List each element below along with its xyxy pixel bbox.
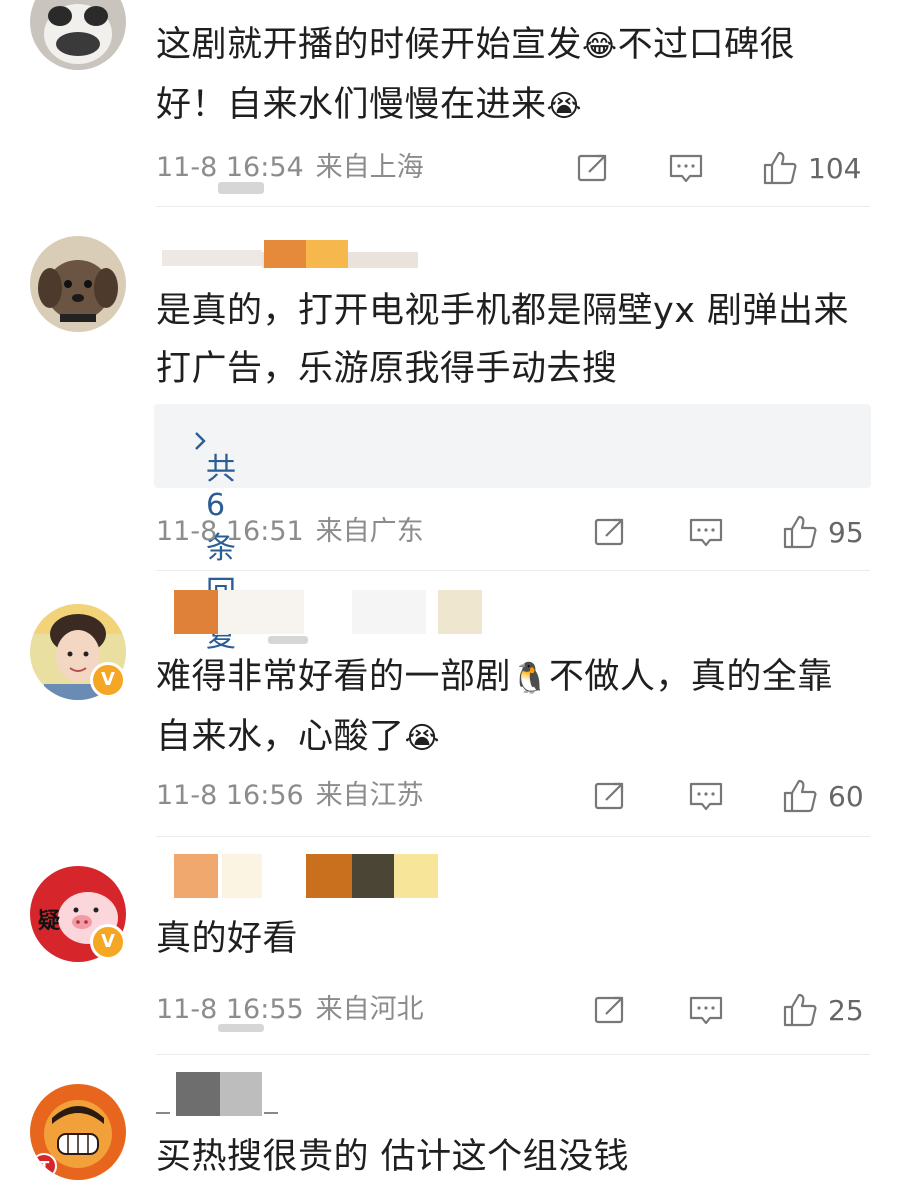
like-icon	[783, 515, 817, 549]
divider	[156, 836, 870, 837]
comment-button[interactable]	[688, 512, 724, 552]
avatar-character: T	[39, 1158, 50, 1176]
repost-button[interactable]	[592, 990, 628, 1030]
comment-meta: 11-8 16:55 来自河北	[156, 990, 424, 1030]
like-count: 60	[828, 779, 864, 813]
comment-button[interactable]	[668, 148, 704, 188]
comment-button[interactable]	[688, 776, 724, 816]
avatar[interactable]	[30, 236, 126, 332]
comment-icon	[669, 154, 703, 183]
comment-item: 疑 V 真的好看 11-8 16:55 来自河北 25	[0, 840, 900, 1054]
comment-text: 是真的，打开电视手机都是隔壁yx 剧弹出来打广告，乐游原我得手动去搜	[156, 291, 850, 389]
avatar-character: 疑	[38, 909, 60, 934]
verified-badge-icon: V	[90, 924, 126, 960]
divider	[156, 1054, 870, 1055]
crying-emoji-icon: 😭	[404, 721, 441, 756]
view-replies-button[interactable]: 共6条回复	[154, 404, 871, 654]
location: 来自河北	[315, 994, 424, 1025]
crying-emoji-icon: 😭	[546, 89, 583, 124]
like-icon	[763, 151, 797, 185]
comment-meta: 11-8 16:56 来自江苏	[156, 776, 424, 816]
comment-icon	[689, 996, 723, 1025]
like-count: 95	[828, 515, 864, 549]
repost-button[interactable]	[592, 776, 628, 816]
comment-item: T 买热搜很贵的 估计这个组没钱	[0, 1058, 900, 1200]
comment-text: 真的好看	[156, 919, 299, 959]
comment-icon	[689, 518, 723, 547]
laughing-crying-emoji-icon: 😂	[582, 29, 618, 64]
timestamp: 11-8 16:54	[156, 152, 304, 183]
like-count: 25	[828, 993, 864, 1027]
comment-meta: 11-8 16:51 来自广东	[156, 512, 424, 552]
timestamp: 11-8 16:55	[156, 994, 304, 1025]
repost-icon	[594, 518, 624, 546]
repost-button[interactable]	[575, 148, 611, 188]
penguin-emoji-icon: 🐧	[511, 661, 549, 696]
like-button[interactable]: 60	[782, 776, 864, 816]
divider	[156, 206, 870, 207]
comment-button[interactable]	[688, 990, 724, 1030]
like-button[interactable]: 95	[782, 512, 864, 552]
comment-text: 这剧就开播的时候开始宣发😂不过口碑很好！自来水们慢慢在进来😭	[156, 25, 796, 125]
like-count: 104	[808, 151, 862, 185]
avatar[interactable]	[30, 0, 126, 70]
location: 来自广东	[315, 516, 424, 547]
verified-badge-icon: V	[90, 662, 126, 698]
replies-label: 共6条回复	[180, 424, 236, 654]
comment-meta: 11-8 16:54 来自上海	[156, 148, 424, 188]
divider	[156, 570, 870, 571]
repost-icon	[594, 782, 624, 810]
like-icon	[783, 993, 817, 1027]
repost-icon	[577, 154, 607, 182]
like-icon	[783, 779, 817, 813]
location: 来自江苏	[315, 780, 424, 811]
comment-item: 这剧就开播的时候开始宣发😂不过口碑很好！自来水们慢慢在进来😭 11-8 16:5…	[0, 0, 900, 210]
comment-icon	[689, 782, 723, 811]
comment-item: V 难得非常好看的一部剧🐧不做人，真的全靠自来水，心酸了😭 11-8 16:56…	[0, 574, 900, 836]
location: 来自上海	[315, 152, 424, 183]
like-button[interactable]: 104	[762, 148, 861, 188]
repost-icon	[594, 996, 624, 1024]
like-button[interactable]: 25	[782, 990, 864, 1030]
timestamp: 11-8 16:56	[156, 780, 304, 811]
timestamp: 11-8 16:51	[156, 516, 304, 547]
comment-item: 是真的，打开电视手机都是隔壁yx 剧弹出来打广告，乐游原我得手动去搜 共6条回复…	[0, 210, 900, 654]
repost-button[interactable]	[592, 512, 628, 552]
avatar[interactable]: T	[30, 1084, 126, 1180]
comment-text: 难得非常好看的一部剧🐧不做人，真的全靠自来水，心酸了😭	[156, 657, 833, 757]
comment-text: 买热搜很贵的 估计这个组没钱	[156, 1137, 630, 1177]
